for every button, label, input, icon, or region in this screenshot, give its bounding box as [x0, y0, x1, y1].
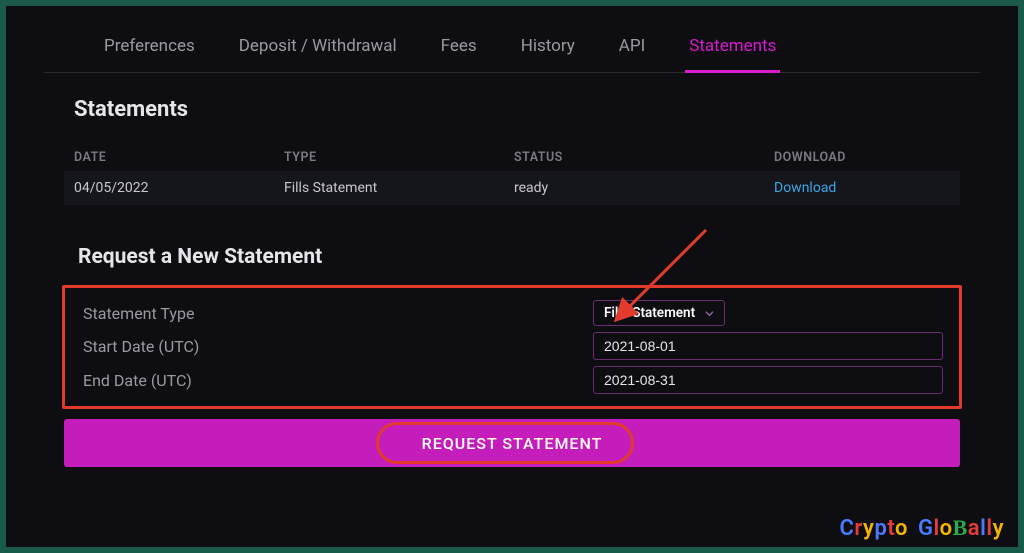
cell-type: Fills Statement	[284, 180, 514, 196]
watermark: CryptoGloBally	[840, 515, 1004, 541]
tab-preferences[interactable]: Preferences	[104, 36, 195, 72]
request-button-label: REQUEST STATEMENT	[422, 434, 603, 453]
tab-fees[interactable]: Fees	[441, 36, 477, 72]
row-end-date: End Date (UTC)	[83, 366, 941, 394]
table-row: 04/05/2022 Fills Statement ready Downloa…	[64, 171, 960, 205]
statements-table: DATE TYPE STATUS DOWNLOAD 04/05/2022 Fil…	[64, 144, 960, 205]
table-header: DATE TYPE STATUS DOWNLOAD	[64, 144, 960, 171]
request-statement-button[interactable]: REQUEST STATEMENT	[64, 419, 960, 467]
request-section-title: Request a New Statement	[78, 245, 960, 269]
tab-bar: Preferences Deposit / Withdrawal Fees Hi…	[44, 6, 980, 73]
request-form-highlight: Statement Type Fills Statement Start Dat…	[62, 285, 962, 409]
tab-statements[interactable]: Statements	[689, 36, 776, 72]
chevron-down-icon	[705, 309, 714, 318]
label-statement-type: Statement Type	[83, 304, 593, 323]
col-download: DOWNLOAD	[774, 150, 950, 165]
row-start-date: Start Date (UTC)	[83, 332, 941, 360]
start-date-input[interactable]	[593, 332, 943, 360]
row-statement-type: Statement Type Fills Statement	[83, 300, 941, 326]
tab-deposit-withdrawal[interactable]: Deposit / Withdrawal	[239, 36, 397, 72]
col-date: DATE	[74, 150, 284, 165]
page-title: Statements	[74, 97, 960, 122]
download-link[interactable]: Download	[774, 180, 950, 196]
end-date-input[interactable]	[593, 366, 943, 394]
col-status: STATUS	[514, 150, 774, 165]
content-area: Statements DATE TYPE STATUS DOWNLOAD 04/…	[6, 73, 1018, 467]
tab-history[interactable]: History	[521, 36, 575, 72]
statement-type-select[interactable]: Fills Statement	[593, 300, 725, 326]
statement-type-value: Fills Statement	[604, 305, 695, 321]
label-end-date: End Date (UTC)	[83, 371, 593, 390]
label-start-date: Start Date (UTC)	[83, 337, 593, 356]
cell-status: ready	[514, 180, 774, 196]
cell-date: 04/05/2022	[74, 180, 284, 196]
statements-panel: Preferences Deposit / Withdrawal Fees Hi…	[6, 6, 1018, 547]
tab-api[interactable]: API	[619, 36, 645, 72]
col-type: TYPE	[284, 150, 514, 165]
